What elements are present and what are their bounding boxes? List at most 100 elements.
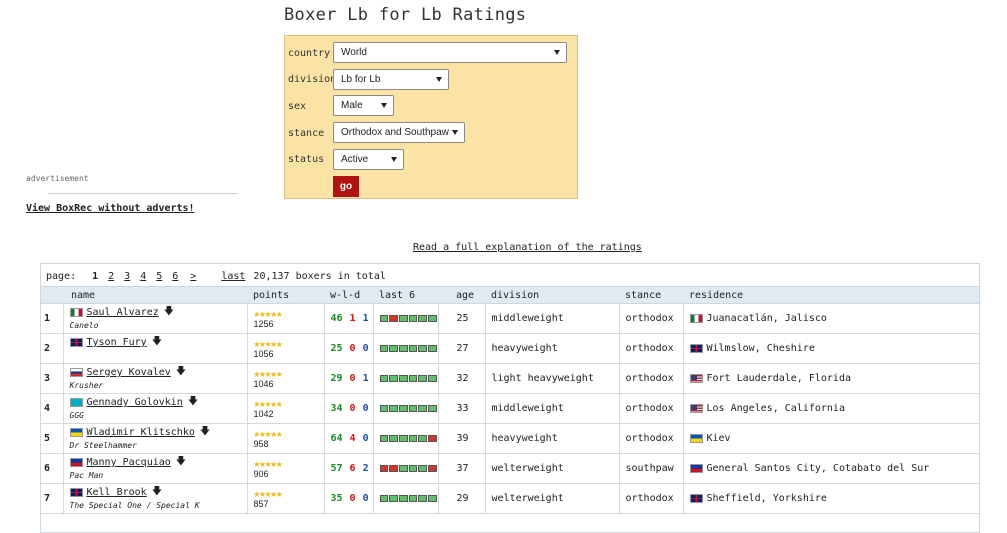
losses: 4	[349, 433, 356, 444]
last6-bout-win	[427, 495, 437, 502]
points-value: 906	[253, 468, 269, 479]
header-wld: w-l-d	[324, 286, 373, 304]
last-page-link[interactable]: last	[221, 271, 245, 282]
boxer-name-link[interactable]: Manny Pacquiao	[87, 457, 171, 468]
header-residence[interactable]: residence	[683, 286, 979, 304]
stance-select[interactable]: Orthodox and Southpaw	[333, 122, 465, 143]
record-cell: 64 4 0	[324, 423, 374, 454]
last6-bout-win	[418, 495, 427, 502]
arrow-down-icon[interactable]: 🡇	[152, 484, 162, 501]
last6-bout-win	[427, 405, 437, 412]
page-link-1[interactable]: 1	[92, 271, 98, 282]
losses: 0	[349, 493, 356, 504]
page-link-2[interactable]: 2	[108, 271, 114, 282]
country-label: country	[288, 47, 331, 59]
points-value: 1056	[253, 348, 274, 359]
points-value: 958	[253, 438, 269, 449]
residence-text: Kiev	[706, 433, 731, 444]
last6-bout-win	[398, 345, 408, 352]
page-link-6[interactable]: 6	[172, 271, 178, 282]
status-row: status	[288, 149, 333, 169]
draws: 1	[362, 313, 369, 324]
boxer-name-link[interactable]: Sergey Kovalev	[87, 367, 171, 378]
arrow-down-icon[interactable]: 🡇	[200, 424, 210, 441]
last6-bout-win	[408, 315, 418, 322]
losses: 0	[349, 343, 356, 354]
status-select[interactable]: Active	[333, 149, 404, 170]
last6-bar	[379, 495, 438, 502]
last6-bout-loss	[389, 465, 398, 472]
residence-cell: Juanacatlán, Jalisco	[683, 303, 980, 334]
points-cell: ★★★★★ 1056	[247, 333, 325, 364]
boxer-name-link[interactable]: Saul Alvarez	[87, 307, 159, 318]
age-cell: 39	[438, 423, 486, 454]
country-row: country	[288, 43, 333, 63]
table-row: 7 Kell Brook 🡇 The Special One / Special…	[41, 483, 980, 514]
last6-bout-win	[379, 435, 389, 442]
stance-row: stance	[288, 123, 333, 143]
header-points[interactable]: points	[247, 286, 324, 304]
boxer-name-link[interactable]: Tyson Fury	[87, 337, 147, 348]
sex-select[interactable]: Male	[333, 95, 394, 116]
last6-bout-win	[408, 465, 418, 472]
losses: 0	[349, 403, 356, 414]
boxer-name-link[interactable]: Kell Brook	[87, 487, 147, 498]
header-rank	[41, 286, 63, 304]
header-division[interactable]: division	[485, 286, 619, 304]
boxer-alias: The Special One / Special K	[69, 501, 200, 510]
name-cell: Wladimir Klitschko 🡇 Dr Steelhammer	[63, 423, 248, 454]
star-rating-icon: ★★★★★	[253, 486, 283, 500]
last6-bout-win	[389, 345, 398, 352]
ratings-explanation-link[interactable]: Read a full explanation of the ratings	[413, 242, 642, 253]
stance-cell: orthodox	[619, 423, 684, 454]
draws: 0	[362, 493, 369, 504]
last6-bar	[379, 465, 438, 472]
page-link-3[interactable]: 3	[124, 271, 130, 282]
division-label: division	[288, 73, 337, 85]
arrow-down-icon[interactable]: 🡇	[152, 334, 162, 351]
points-cell: ★★★★★ 958	[247, 423, 325, 454]
residence-cell: General Santos City, Cotabato del Sur	[683, 453, 980, 484]
last6-bout-win	[398, 375, 408, 382]
table-row: 6 Manny Pacquiao 🡇 Pac Man ★★★★★ 906 57 6…	[41, 453, 980, 484]
arrow-down-icon[interactable]: 🡇	[164, 304, 174, 321]
rank-cell: 2	[41, 333, 64, 364]
residence-text: Juanacatlán, Jalisco	[706, 313, 827, 324]
arrow-down-icon[interactable]: 🡇	[188, 394, 198, 411]
residence-flag-icon	[689, 494, 703, 503]
division-cell: middleweight	[485, 393, 620, 424]
chevron-down-icon	[436, 77, 442, 82]
division-select[interactable]: Lb for Lb	[333, 69, 449, 90]
header-name[interactable]: name	[63, 286, 247, 304]
record-cell: 46 1 1	[324, 303, 374, 334]
losses: 6	[349, 463, 356, 474]
boxer-name-link[interactable]: Gennady Golovkin	[87, 397, 183, 408]
country-select[interactable]: World	[333, 42, 567, 63]
go-button[interactable]: go	[333, 176, 359, 197]
draws: 2	[362, 463, 369, 474]
last6-bout-win	[398, 495, 408, 502]
boxer-name-link[interactable]: Wladimir Klitschko	[87, 427, 195, 438]
arrow-down-icon[interactable]: 🡇	[176, 454, 186, 471]
page-link-4[interactable]: 4	[140, 271, 146, 282]
table-row: 4 Gennady Golovkin 🡇 GGG ★★★★★ 1042 34 0 0…	[41, 393, 980, 424]
last6-bout-win	[427, 345, 437, 352]
losses: 0	[349, 373, 356, 384]
points-value: 1046	[253, 378, 274, 389]
country-selected-value: World	[341, 47, 367, 58]
name-cell: Sergey Kovalev 🡇 Krusher	[63, 363, 248, 394]
points-value: 857	[253, 498, 269, 509]
arrow-down-icon[interactable]: 🡇	[176, 364, 186, 381]
rank-cell: 5	[41, 423, 64, 454]
advertisement-label: advertisement	[26, 174, 89, 183]
residence-text: Wilmslow, Cheshire	[706, 343, 815, 354]
nationality-flag-icon	[69, 428, 83, 437]
next-page-link[interactable]: >	[190, 271, 196, 282]
draws: 0	[362, 433, 369, 444]
boxer-alias: Canelo	[69, 321, 99, 330]
name-cell: Tyson Fury 🡇	[63, 333, 248, 364]
page-link-5[interactable]: 5	[156, 271, 162, 282]
no-adverts-link[interactable]: View BoxRec without adverts!	[26, 203, 195, 214]
header-stance[interactable]: stance	[619, 286, 683, 304]
header-age[interactable]: age	[438, 286, 485, 304]
